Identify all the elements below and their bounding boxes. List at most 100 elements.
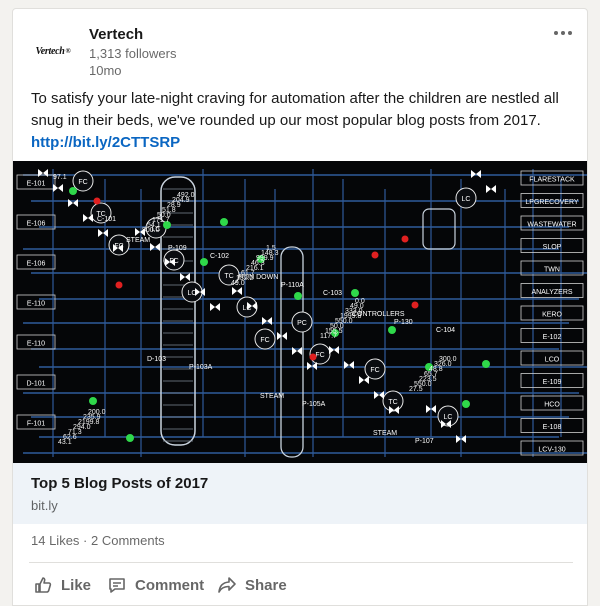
comment-icon	[109, 578, 125, 593]
valve-symbol	[180, 273, 190, 281]
stream-label: E-106	[27, 221, 46, 228]
valve-symbol	[53, 184, 63, 192]
alarm-indicator	[371, 251, 379, 259]
process-tag: C-101	[97, 216, 116, 223]
post-age: 10mo	[89, 63, 122, 78]
share-button[interactable]: Share	[217, 565, 287, 605]
pump-indicator	[351, 289, 359, 297]
more-options-button[interactable]	[549, 23, 577, 43]
link-domain: bit.ly	[31, 498, 58, 513]
stream-label: LCV-130	[538, 447, 565, 454]
valve-symbol	[262, 317, 272, 325]
post-body: To satisfy your late-night craving for a…	[31, 90, 559, 129]
valve-symbol	[98, 229, 108, 237]
valve-symbol	[486, 185, 496, 193]
stream-label: E-110	[27, 301, 45, 308]
instrument-tag: FC	[315, 352, 324, 359]
process-tag: P-105A	[302, 401, 326, 408]
instrument-tag: TC	[224, 273, 233, 280]
process-tag: STEAM	[373, 430, 397, 437]
social-counts: 14 Likes · 2 Comments	[31, 533, 165, 548]
process-tag: P-130	[394, 319, 413, 326]
pump-indicator	[294, 292, 302, 300]
stream-label: TWN	[544, 267, 560, 274]
post-text: To satisfy your late-night craving for a…	[31, 88, 576, 154]
link-preview[interactable]: Top 5 Blog Posts of 2017 bit.ly	[13, 463, 587, 524]
instrument-tag: FC	[260, 337, 269, 344]
post-image[interactable]: FLARESTACK LPGRECOVERY WASTEWATER SLOP TWN AN…	[13, 161, 587, 463]
process-tag: STEAM	[126, 237, 150, 244]
alarm-indicator	[401, 235, 409, 243]
more-dot	[554, 31, 558, 35]
divider	[29, 562, 573, 563]
comment-button[interactable]: Comment	[107, 565, 204, 605]
more-dot	[568, 31, 572, 35]
process-tag: P-109	[168, 245, 187, 252]
valve-symbol	[344, 361, 354, 369]
stream-label: E-106	[27, 261, 46, 268]
logo-mark: ®	[65, 47, 71, 55]
like-label: Like	[61, 576, 92, 594]
pump-indicator	[200, 258, 208, 266]
value-readout: 300.0	[439, 356, 457, 363]
stream-label: E-101	[27, 181, 46, 188]
company-name[interactable]: Vertech	[89, 26, 143, 43]
pump-indicator	[69, 187, 77, 195]
alarm-indicator	[411, 301, 419, 309]
link-title[interactable]: Top 5 Blog Posts of 2017	[31, 475, 208, 492]
drum-vessel	[422, 208, 456, 250]
process-tag: D-103	[147, 356, 166, 363]
instrument-tag: FC	[370, 367, 379, 374]
stream-label: WASTEWATER	[527, 222, 576, 229]
value-readout: 492.0	[177, 192, 195, 199]
stream-label: E-108	[543, 424, 562, 431]
post-header: Vertech ® Vertech 1,313 followers 10mo	[13, 9, 587, 89]
alarm-indicator	[93, 197, 101, 205]
stream-label: LCO	[545, 357, 560, 364]
logo-text: Vertech	[35, 45, 65, 57]
more-dot	[561, 31, 565, 35]
valve-symbol	[150, 243, 160, 251]
follower-count: 1,313 followers	[89, 46, 177, 61]
value-readout: 0.0	[355, 298, 365, 305]
value-readout: 97.1	[53, 174, 67, 181]
valve-symbol	[292, 347, 302, 355]
stream-label: E-110	[27, 341, 45, 348]
share-label: Share	[245, 576, 287, 594]
valve-symbol	[232, 287, 242, 295]
valve-symbol	[68, 199, 78, 207]
pump-indicator	[220, 218, 228, 226]
instrument-tag: LC	[444, 414, 453, 421]
instrument-tag: FC	[78, 179, 87, 186]
valve-symbol	[210, 303, 220, 311]
thumbs-up-icon	[35, 577, 52, 593]
pump-indicator	[482, 360, 490, 368]
process-tag: P-107	[415, 438, 434, 445]
post-link[interactable]: http://bit.ly/2CTTSRP	[31, 134, 180, 151]
pump-indicator	[388, 326, 396, 334]
valve-symbol	[329, 346, 339, 354]
pump-indicator	[462, 400, 470, 408]
pump-indicator	[89, 397, 97, 405]
stream-label: E-109	[543, 379, 562, 386]
stream-label: SLOP	[543, 244, 562, 251]
value-readout: 200.0	[88, 409, 106, 416]
stream-label: E-102	[543, 334, 562, 341]
stream-label: ANALYZERS	[531, 289, 572, 296]
post-card: Vertech ® Vertech 1,313 followers 10mo To…	[12, 8, 588, 606]
valve-symbol	[38, 169, 48, 177]
comments-count[interactable]: 2 Comments	[91, 533, 165, 548]
likes-count[interactable]: 14 Likes	[31, 533, 79, 548]
process-tag: C-103	[323, 290, 342, 297]
company-logo[interactable]: Vertech ®	[31, 37, 75, 65]
share-icon	[218, 577, 236, 593]
process-tag: C-104	[436, 327, 455, 334]
instrument-tag: LC	[462, 196, 471, 203]
process-tag: P-110A	[281, 282, 304, 289]
valve-symbol	[277, 332, 287, 340]
comment-label: Comment	[135, 576, 205, 594]
like-button[interactable]: Like	[33, 565, 91, 605]
valve-symbol	[374, 391, 384, 399]
value-readout: 1.5	[266, 245, 276, 252]
process-tag: STEAM	[260, 393, 284, 400]
